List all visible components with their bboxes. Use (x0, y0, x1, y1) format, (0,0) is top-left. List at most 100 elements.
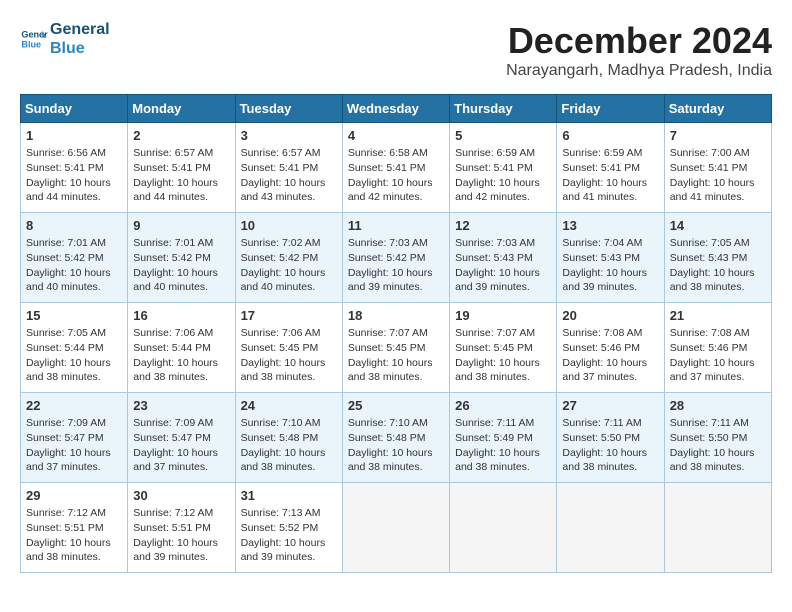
day-number: 16 (133, 307, 230, 325)
sunset-time: Sunset: 5:48 PM (241, 432, 319, 444)
sunset-time: Sunset: 5:46 PM (562, 342, 640, 354)
daylight-hours: Daylight: 10 hours and 39 minutes. (133, 537, 218, 564)
table-row (664, 483, 771, 573)
daylight-hours: Daylight: 10 hours and 44 minutes. (133, 177, 218, 204)
day-number: 19 (455, 307, 552, 325)
day-number: 13 (562, 217, 659, 235)
sunset-time: Sunset: 5:42 PM (133, 252, 211, 264)
logo-line2: Blue (50, 39, 110, 58)
day-number: 25 (348, 397, 445, 415)
sunset-time: Sunset: 5:41 PM (133, 162, 211, 174)
day-number: 30 (133, 487, 230, 505)
sunset-time: Sunset: 5:50 PM (670, 432, 748, 444)
day-number: 7 (670, 127, 767, 145)
table-row: 16 Sunrise: 7:06 AM Sunset: 5:44 PM Dayl… (128, 303, 235, 393)
sunrise-time: Sunrise: 7:10 AM (241, 417, 321, 429)
location-title: Narayangarh, Madhya Pradesh, India (506, 62, 772, 80)
day-number: 14 (670, 217, 767, 235)
sunset-time: Sunset: 5:41 PM (455, 162, 533, 174)
sunrise-time: Sunrise: 7:01 AM (26, 237, 106, 249)
sunrise-time: Sunrise: 7:04 AM (562, 237, 642, 249)
daylight-hours: Daylight: 10 hours and 38 minutes. (26, 537, 111, 564)
sunset-time: Sunset: 5:42 PM (241, 252, 319, 264)
daylight-hours: Daylight: 10 hours and 37 minutes. (26, 447, 111, 474)
daylight-hours: Daylight: 10 hours and 38 minutes. (348, 447, 433, 474)
table-row: 10 Sunrise: 7:02 AM Sunset: 5:42 PM Dayl… (235, 213, 342, 303)
sunrise-time: Sunrise: 7:06 AM (133, 327, 213, 339)
daylight-hours: Daylight: 10 hours and 38 minutes. (133, 357, 218, 384)
daylight-hours: Daylight: 10 hours and 42 minutes. (348, 177, 433, 204)
day-number: 20 (562, 307, 659, 325)
table-row: 25 Sunrise: 7:10 AM Sunset: 5:48 PM Dayl… (342, 393, 449, 483)
table-row: 22 Sunrise: 7:09 AM Sunset: 5:47 PM Dayl… (21, 393, 128, 483)
sunset-time: Sunset: 5:41 PM (241, 162, 319, 174)
col-wednesday: Wednesday (342, 95, 449, 123)
day-number: 15 (26, 307, 123, 325)
day-number: 11 (348, 217, 445, 235)
table-row: 30 Sunrise: 7:12 AM Sunset: 5:51 PM Dayl… (128, 483, 235, 573)
daylight-hours: Daylight: 10 hours and 38 minutes. (241, 447, 326, 474)
sunrise-time: Sunrise: 6:57 AM (133, 147, 213, 159)
sunset-time: Sunset: 5:47 PM (133, 432, 211, 444)
day-number: 4 (348, 127, 445, 145)
sunrise-time: Sunrise: 7:00 AM (670, 147, 750, 159)
table-row: 8 Sunrise: 7:01 AM Sunset: 5:42 PM Dayli… (21, 213, 128, 303)
table-row: 31 Sunrise: 7:13 AM Sunset: 5:52 PM Dayl… (235, 483, 342, 573)
table-row: 18 Sunrise: 7:07 AM Sunset: 5:45 PM Dayl… (342, 303, 449, 393)
daylight-hours: Daylight: 10 hours and 38 minutes. (241, 357, 326, 384)
daylight-hours: Daylight: 10 hours and 41 minutes. (562, 177, 647, 204)
sunset-time: Sunset: 5:41 PM (348, 162, 426, 174)
col-monday: Monday (128, 95, 235, 123)
col-tuesday: Tuesday (235, 95, 342, 123)
day-number: 3 (241, 127, 338, 145)
logo-icon: General Blue (20, 25, 48, 53)
daylight-hours: Daylight: 10 hours and 38 minutes. (562, 447, 647, 474)
calendar-table: Sunday Monday Tuesday Wednesday Thursday… (20, 94, 772, 573)
logo-line1: General (50, 20, 110, 39)
sunset-time: Sunset: 5:41 PM (26, 162, 104, 174)
daylight-hours: Daylight: 10 hours and 38 minutes. (670, 267, 755, 294)
table-row: 29 Sunrise: 7:12 AM Sunset: 5:51 PM Dayl… (21, 483, 128, 573)
table-row (557, 483, 664, 573)
daylight-hours: Daylight: 10 hours and 40 minutes. (133, 267, 218, 294)
sunset-time: Sunset: 5:41 PM (562, 162, 640, 174)
daylight-hours: Daylight: 10 hours and 38 minutes. (455, 357, 540, 384)
sunrise-time: Sunrise: 7:12 AM (133, 507, 213, 519)
sunrise-time: Sunrise: 6:57 AM (241, 147, 321, 159)
day-number: 6 (562, 127, 659, 145)
sunset-time: Sunset: 5:51 PM (26, 522, 104, 534)
table-row: 6 Sunrise: 6:59 AM Sunset: 5:41 PM Dayli… (557, 123, 664, 213)
col-thursday: Thursday (450, 95, 557, 123)
day-number: 18 (348, 307, 445, 325)
table-row: 23 Sunrise: 7:09 AM Sunset: 5:47 PM Dayl… (128, 393, 235, 483)
daylight-hours: Daylight: 10 hours and 42 minutes. (455, 177, 540, 204)
day-number: 1 (26, 127, 123, 145)
day-number: 12 (455, 217, 552, 235)
table-row: 19 Sunrise: 7:07 AM Sunset: 5:45 PM Dayl… (450, 303, 557, 393)
sunrise-time: Sunrise: 7:01 AM (133, 237, 213, 249)
table-row: 26 Sunrise: 7:11 AM Sunset: 5:49 PM Dayl… (450, 393, 557, 483)
sunrise-time: Sunrise: 7:12 AM (26, 507, 106, 519)
sunrise-time: Sunrise: 7:07 AM (455, 327, 535, 339)
daylight-hours: Daylight: 10 hours and 39 minutes. (455, 267, 540, 294)
sunrise-time: Sunrise: 6:59 AM (562, 147, 642, 159)
sunset-time: Sunset: 5:41 PM (670, 162, 748, 174)
sunset-time: Sunset: 5:47 PM (26, 432, 104, 444)
day-number: 29 (26, 487, 123, 505)
daylight-hours: Daylight: 10 hours and 38 minutes. (455, 447, 540, 474)
sunset-time: Sunset: 5:45 PM (348, 342, 426, 354)
svg-text:Blue: Blue (21, 40, 41, 50)
table-row: 11 Sunrise: 7:03 AM Sunset: 5:42 PM Dayl… (342, 213, 449, 303)
sunset-time: Sunset: 5:44 PM (133, 342, 211, 354)
daylight-hours: Daylight: 10 hours and 41 minutes. (670, 177, 755, 204)
sunrise-time: Sunrise: 6:56 AM (26, 147, 106, 159)
daylight-hours: Daylight: 10 hours and 40 minutes. (241, 267, 326, 294)
daylight-hours: Daylight: 10 hours and 43 minutes. (241, 177, 326, 204)
table-row: 27 Sunrise: 7:11 AM Sunset: 5:50 PM Dayl… (557, 393, 664, 483)
sunrise-time: Sunrise: 7:09 AM (26, 417, 106, 429)
daylight-hours: Daylight: 10 hours and 38 minutes. (26, 357, 111, 384)
sunrise-time: Sunrise: 7:03 AM (455, 237, 535, 249)
day-number: 2 (133, 127, 230, 145)
sunrise-time: Sunrise: 7:13 AM (241, 507, 321, 519)
sunrise-time: Sunrise: 7:06 AM (241, 327, 321, 339)
